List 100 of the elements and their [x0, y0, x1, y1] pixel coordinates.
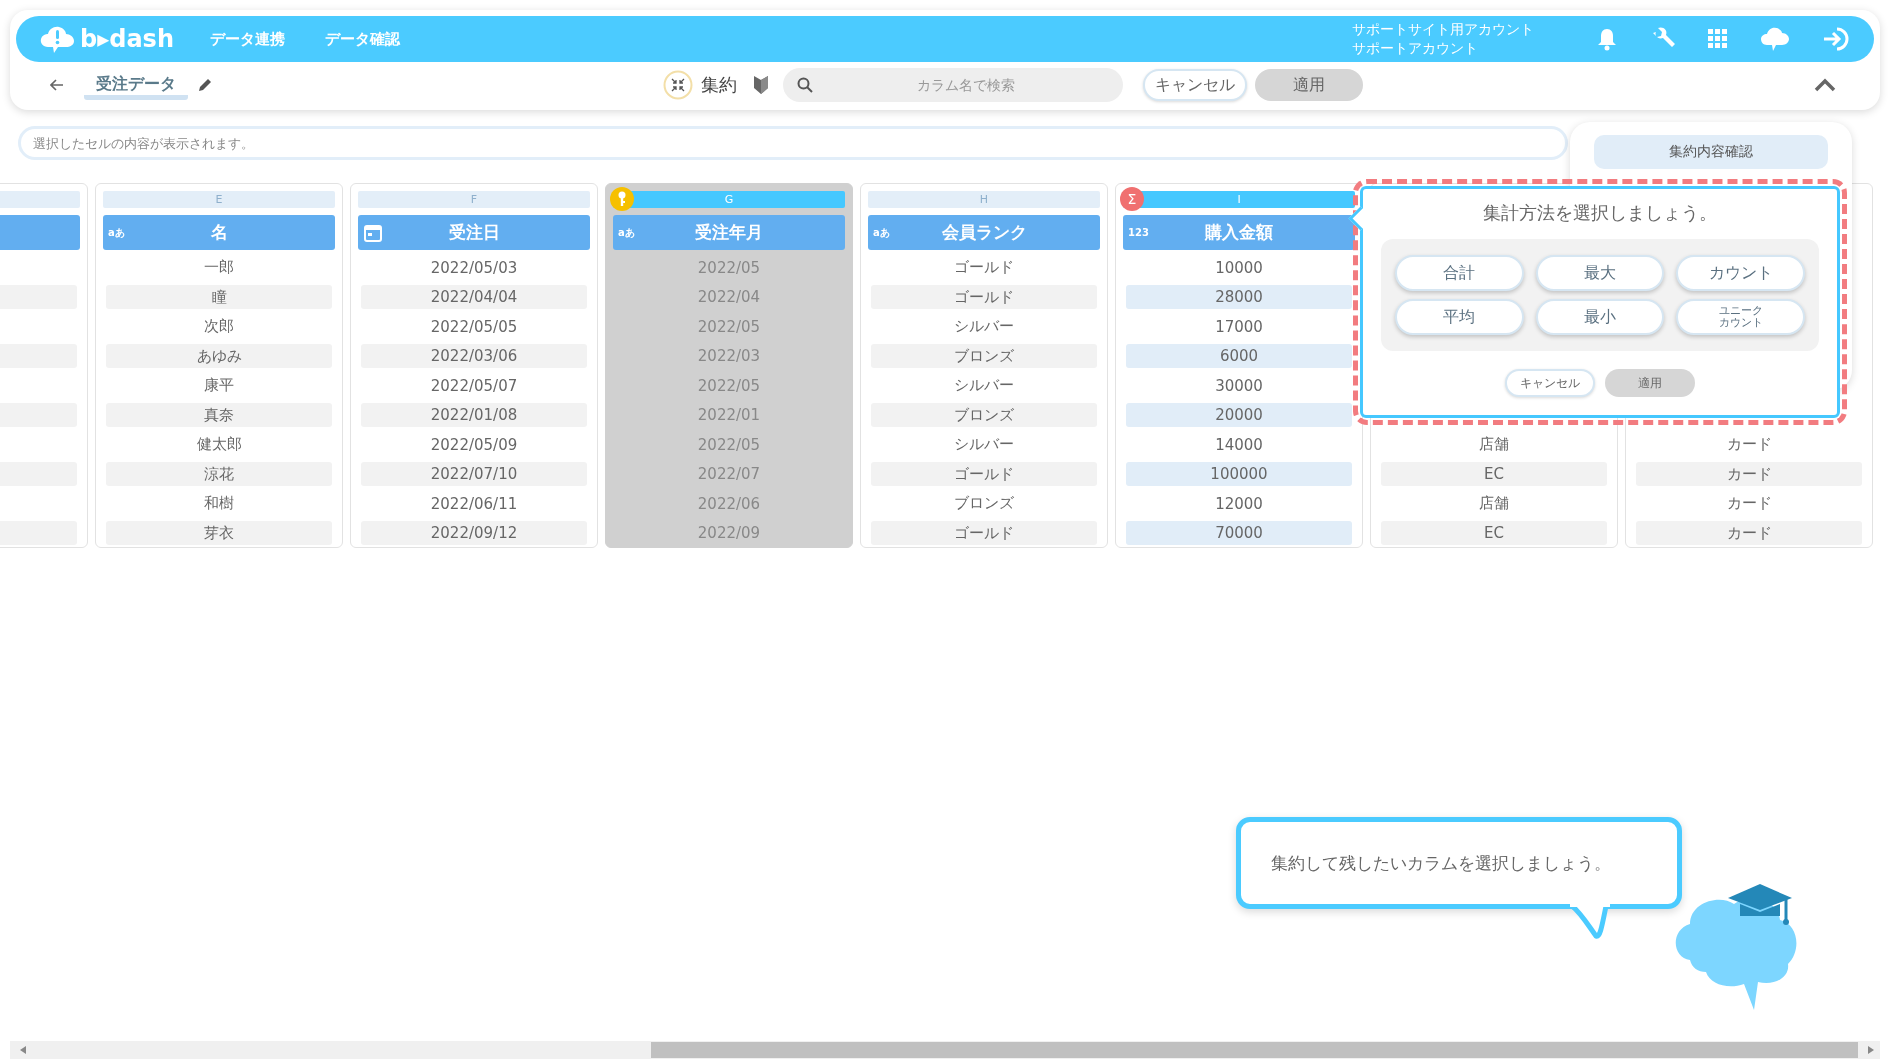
mode-label: 集約: [701, 73, 737, 97]
column-letter: H: [979, 193, 989, 206]
table-cell: 2022/01/08: [361, 403, 587, 427]
column-header[interactable]: aあ 受注年月: [613, 215, 845, 250]
table-cell-text: 2022/05: [696, 375, 762, 397]
search-icon: [797, 77, 813, 93]
column-letter: I: [1237, 193, 1241, 206]
search-field[interactable]: カラム名で検索: [783, 68, 1123, 102]
dialog-title: 集計方法を選択しましょう。: [1482, 201, 1718, 225]
table-cell-text: 店舗: [1478, 434, 1510, 455]
calendar-icon: [364, 223, 382, 242]
shield-icon[interactable]: [753, 75, 769, 95]
scroll-right-icon[interactable]: [1868, 1046, 1874, 1054]
table-cell-text: 2022/05/03: [429, 257, 519, 279]
column-title: 名: [210, 221, 228, 244]
table-cell: 2022/09/12: [361, 521, 587, 545]
sum-badge[interactable]: Σ: [1120, 187, 1144, 211]
table-cell-text: 次郎: [203, 316, 235, 337]
column-letter: F: [470, 193, 478, 206]
table-cell-text: 2022/09: [696, 523, 762, 544]
table-cell: ゴールド: [871, 462, 1097, 486]
table-cell: ゴールド: [871, 285, 1097, 309]
table-cell-text: 2022/06: [696, 493, 762, 515]
type-label: aあ: [108, 225, 125, 240]
table-column[interactable]: Σ I 123 購入金額 10000 28000 17000 6000 30000 20000 14000 100000 12000 70000: [1115, 183, 1363, 548]
table-cell: 28000: [1126, 285, 1352, 309]
table-cell: 芽衣: [106, 521, 332, 545]
key-icon[interactable]: [610, 187, 634, 211]
guide-message: 集約して残したいカラムを選択しましょう。: [1271, 851, 1611, 875]
table-cell-text: 一郎: [203, 257, 235, 278]
method-button[interactable]: 最大: [1535, 255, 1665, 291]
account-name: サポートアカウント: [1352, 39, 1479, 58]
cancel-button[interactable]: キャンセル: [1143, 69, 1247, 101]
table-cell: 2022/03/06: [361, 344, 587, 368]
table-cell-text: 康平: [203, 375, 235, 396]
bell-icon[interactable]: [1596, 27, 1618, 51]
table-cell-text: カード: [1725, 434, 1773, 455]
scroll-left-icon[interactable]: [20, 1046, 26, 1054]
table-cell: カード: [1636, 462, 1862, 486]
method-button[interactable]: ユニーク カウント: [1676, 299, 1805, 335]
table-cell-text: ブロンズ: [953, 493, 1015, 514]
method-button[interactable]: カウント: [1676, 255, 1805, 291]
method-button[interactable]: 最小: [1535, 299, 1665, 335]
table-cell: 70000: [1126, 521, 1352, 545]
cell-content-field[interactable]: 選択したセルの内容が表示されます。: [18, 126, 1568, 160]
table-column[interactable]: H aあ 会員ランク ゴールド ゴールド シルバー ブロンズ シルバー ブロンズ シルバー ゴールド ブロンズ ゴールド: [860, 183, 1108, 548]
table-cell-text: 2022/05/05: [429, 316, 519, 338]
table-cell: 涼花: [106, 462, 332, 486]
table-cell: あゆみ: [106, 344, 332, 368]
column-header[interactable]: 123 購入金額: [1123, 215, 1355, 250]
column-letter: G: [724, 193, 734, 206]
table-cell: EC: [1381, 521, 1607, 545]
table-cell-text: 10000: [1214, 257, 1264, 279]
table-cell: カード: [1636, 521, 1862, 545]
account-name: サポートサイト用アカウント: [1352, 20, 1534, 39]
method-button[interactable]: 合計: [1395, 255, 1524, 291]
type-label: aあ: [618, 225, 635, 240]
column-title: 受注年月: [695, 221, 763, 244]
column-title: 購入金額: [1205, 221, 1273, 244]
table-cell-text: 2022/03: [696, 346, 762, 367]
column-header[interactable]: aあ 会員ランク: [868, 215, 1100, 250]
table-cell-text: 12000: [1214, 493, 1264, 515]
column-header[interactable]: 受注日: [358, 215, 590, 250]
table-cell: 真奈: [106, 403, 332, 427]
table-cell-text: 和樹: [203, 493, 235, 514]
compress-icon[interactable]: [663, 70, 693, 100]
table-cell-text: 店舗: [1478, 493, 1510, 514]
cancel-button[interactable]: キャンセル: [1505, 369, 1595, 397]
chevron-up-icon[interactable]: [1814, 78, 1836, 92]
table-cell: 瞳: [106, 285, 332, 309]
table-cell: EC: [1381, 462, 1607, 486]
table-cell-text: カード: [1725, 493, 1773, 514]
table-cell: ブロンズ: [871, 344, 1097, 368]
table-cell-text: 2022/01: [696, 405, 762, 426]
table-column[interactable]: G aあ 受注年月 2022/05 2022/04 2022/05 2022/03 2022/05 2022/01 2022/05 2022/07 2022/06 2022/09: [605, 183, 853, 548]
table-cell: 100000: [1126, 462, 1352, 486]
horizontal-scrollbar[interactable]: [10, 1041, 1880, 1059]
grid-icon[interactable]: [1708, 29, 1728, 49]
table-cell-text: シルバー: [953, 316, 1015, 337]
column-header[interactable]: aあ 名: [103, 215, 335, 250]
data-title[interactable]: 受注データ: [84, 70, 188, 100]
table-cell-text: 2022/05/09: [429, 434, 519, 456]
table-cell: 2022/07/10: [361, 462, 587, 486]
table-cell-text: シルバー: [953, 434, 1015, 455]
method-button[interactable]: 平均: [1395, 299, 1524, 335]
table-cell-text: 2022/05: [696, 257, 762, 279]
table-cell-text: 30000: [1214, 375, 1264, 397]
summary-confirm-button[interactable]: 集約内容確認: [1594, 135, 1828, 169]
table-cell: 2022/04/04: [361, 285, 587, 309]
cloud-chat-icon[interactable]: [1760, 25, 1790, 53]
column-title: 受注日: [448, 221, 500, 244]
table-column[interactable]: F 受注日 2022/05/03 2022/04/04 2022/05/05 2022/03/06 2022/05/07 2022/01/08 2022/05/09 2022/07/10 2022/06/11 2022/09/12: [350, 183, 598, 548]
table-cell-text: 2022/05: [696, 434, 762, 456]
pencil-icon[interactable]: [198, 78, 212, 92]
column-letter: E: [215, 193, 223, 206]
type-label: aあ: [873, 225, 890, 240]
table-cell-text: 2022/05/07: [429, 375, 519, 397]
back-arrow-icon[interactable]: [50, 79, 64, 91]
scrollbar-thumb[interactable]: [651, 1042, 1858, 1058]
table-column[interactable]: E aあ 名 一郎 瞳 次郎 あゆみ 康平 真奈 健太郎 涼花 和樹 芽衣: [95, 183, 343, 548]
